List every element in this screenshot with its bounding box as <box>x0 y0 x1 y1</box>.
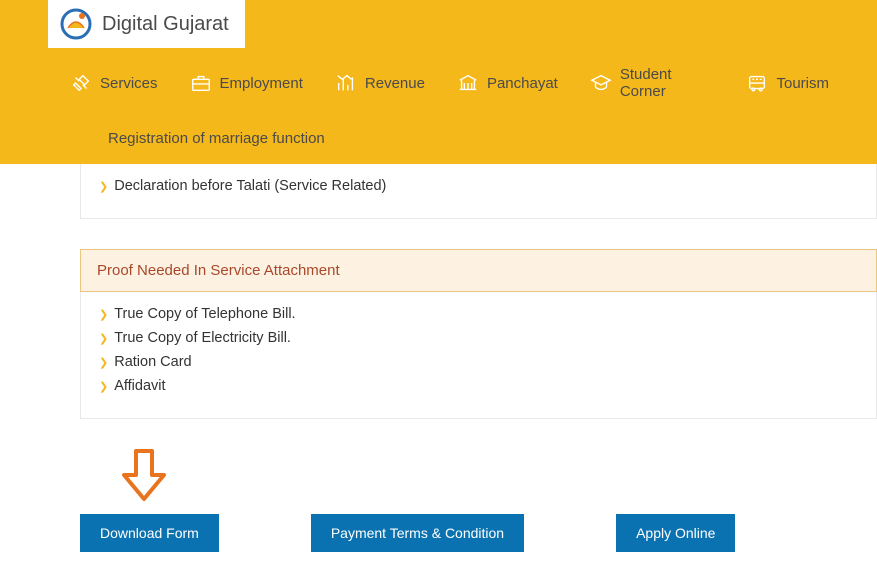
section-1-list: ❯ Declaration before Talati (Service Rel… <box>80 164 877 219</box>
item-text: Affidavit <box>114 378 165 394</box>
building-icon <box>457 72 479 94</box>
nav-label: Revenue <box>365 75 425 92</box>
nav-revenue[interactable]: Revenue <box>335 72 425 94</box>
nav-label: Student Corner <box>620 66 715 100</box>
tools-icon <box>70 72 92 94</box>
chevron-right-icon: ❯ <box>99 356 108 369</box>
nav-label: Services <box>100 75 158 92</box>
apply-online-button[interactable]: Apply Online <box>616 514 735 552</box>
payment-terms-button[interactable]: Payment Terms & Condition <box>311 514 524 552</box>
nav-label: Tourism <box>776 75 829 92</box>
logo-box[interactable]: Digital Gujarat <box>48 0 245 48</box>
nav-tourism[interactable]: Tourism <box>746 72 829 94</box>
chevron-right-icon: ❯ <box>99 380 108 393</box>
list-item[interactable]: ❯ Affidavit <box>99 374 858 398</box>
list-item[interactable]: ❯ Declaration before Talati (Service Rel… <box>99 174 858 198</box>
chart-icon <box>335 72 357 94</box>
list-item[interactable]: ❯ True Copy of Electricity Bill. <box>99 326 858 350</box>
section-header: Proof Needed In Service Attachment <box>80 249 877 292</box>
nav-label: Employment <box>220 75 303 92</box>
button-row: Download Form Payment Terms & Condition … <box>80 514 877 568</box>
download-form-button[interactable]: Download Form <box>80 514 219 552</box>
down-arrow-annotation <box>120 449 877 506</box>
item-text: True Copy of Telephone Bill. <box>114 306 295 322</box>
digital-gujarat-logo-icon <box>60 8 92 40</box>
list-item[interactable]: ❯ True Copy of Telephone Bill. <box>99 302 858 326</box>
list-item[interactable]: ❯ Ration Card <box>99 350 858 374</box>
header: Digital Gujarat Services Employment Reve… <box>0 0 877 164</box>
briefcase-icon <box>190 72 212 94</box>
item-text: Ration Card <box>114 354 191 370</box>
logo-bar: Digital Gujarat <box>0 0 877 48</box>
breadcrumb-text: Registration of marriage function <box>108 130 325 147</box>
nav-employment[interactable]: Employment <box>190 72 303 94</box>
chevron-right-icon: ❯ <box>99 332 108 345</box>
chevron-right-icon: ❯ <box>99 180 108 193</box>
nav-student-corner[interactable]: Student Corner <box>590 66 715 100</box>
bus-icon <box>746 72 768 94</box>
nav-services[interactable]: Services <box>70 72 158 94</box>
nav-bar: Services Employment Revenue Panchayat St… <box>0 48 877 118</box>
item-text: True Copy of Electricity Bill. <box>114 330 291 346</box>
breadcrumb: Registration of marriage function <box>0 118 877 164</box>
chevron-right-icon: ❯ <box>99 308 108 321</box>
section-title: Proof Needed In Service Attachment <box>97 262 340 279</box>
graduation-cap-icon <box>590 72 612 94</box>
nav-panchayat[interactable]: Panchayat <box>457 72 558 94</box>
content: ❯ Declaration before Talati (Service Rel… <box>0 164 877 588</box>
item-text: Declaration before Talati (Service Relat… <box>114 178 386 194</box>
nav-label: Panchayat <box>487 75 558 92</box>
logo-text: Digital Gujarat <box>102 13 229 36</box>
section-2-list: ❯ True Copy of Telephone Bill. ❯ True Co… <box>80 292 877 419</box>
